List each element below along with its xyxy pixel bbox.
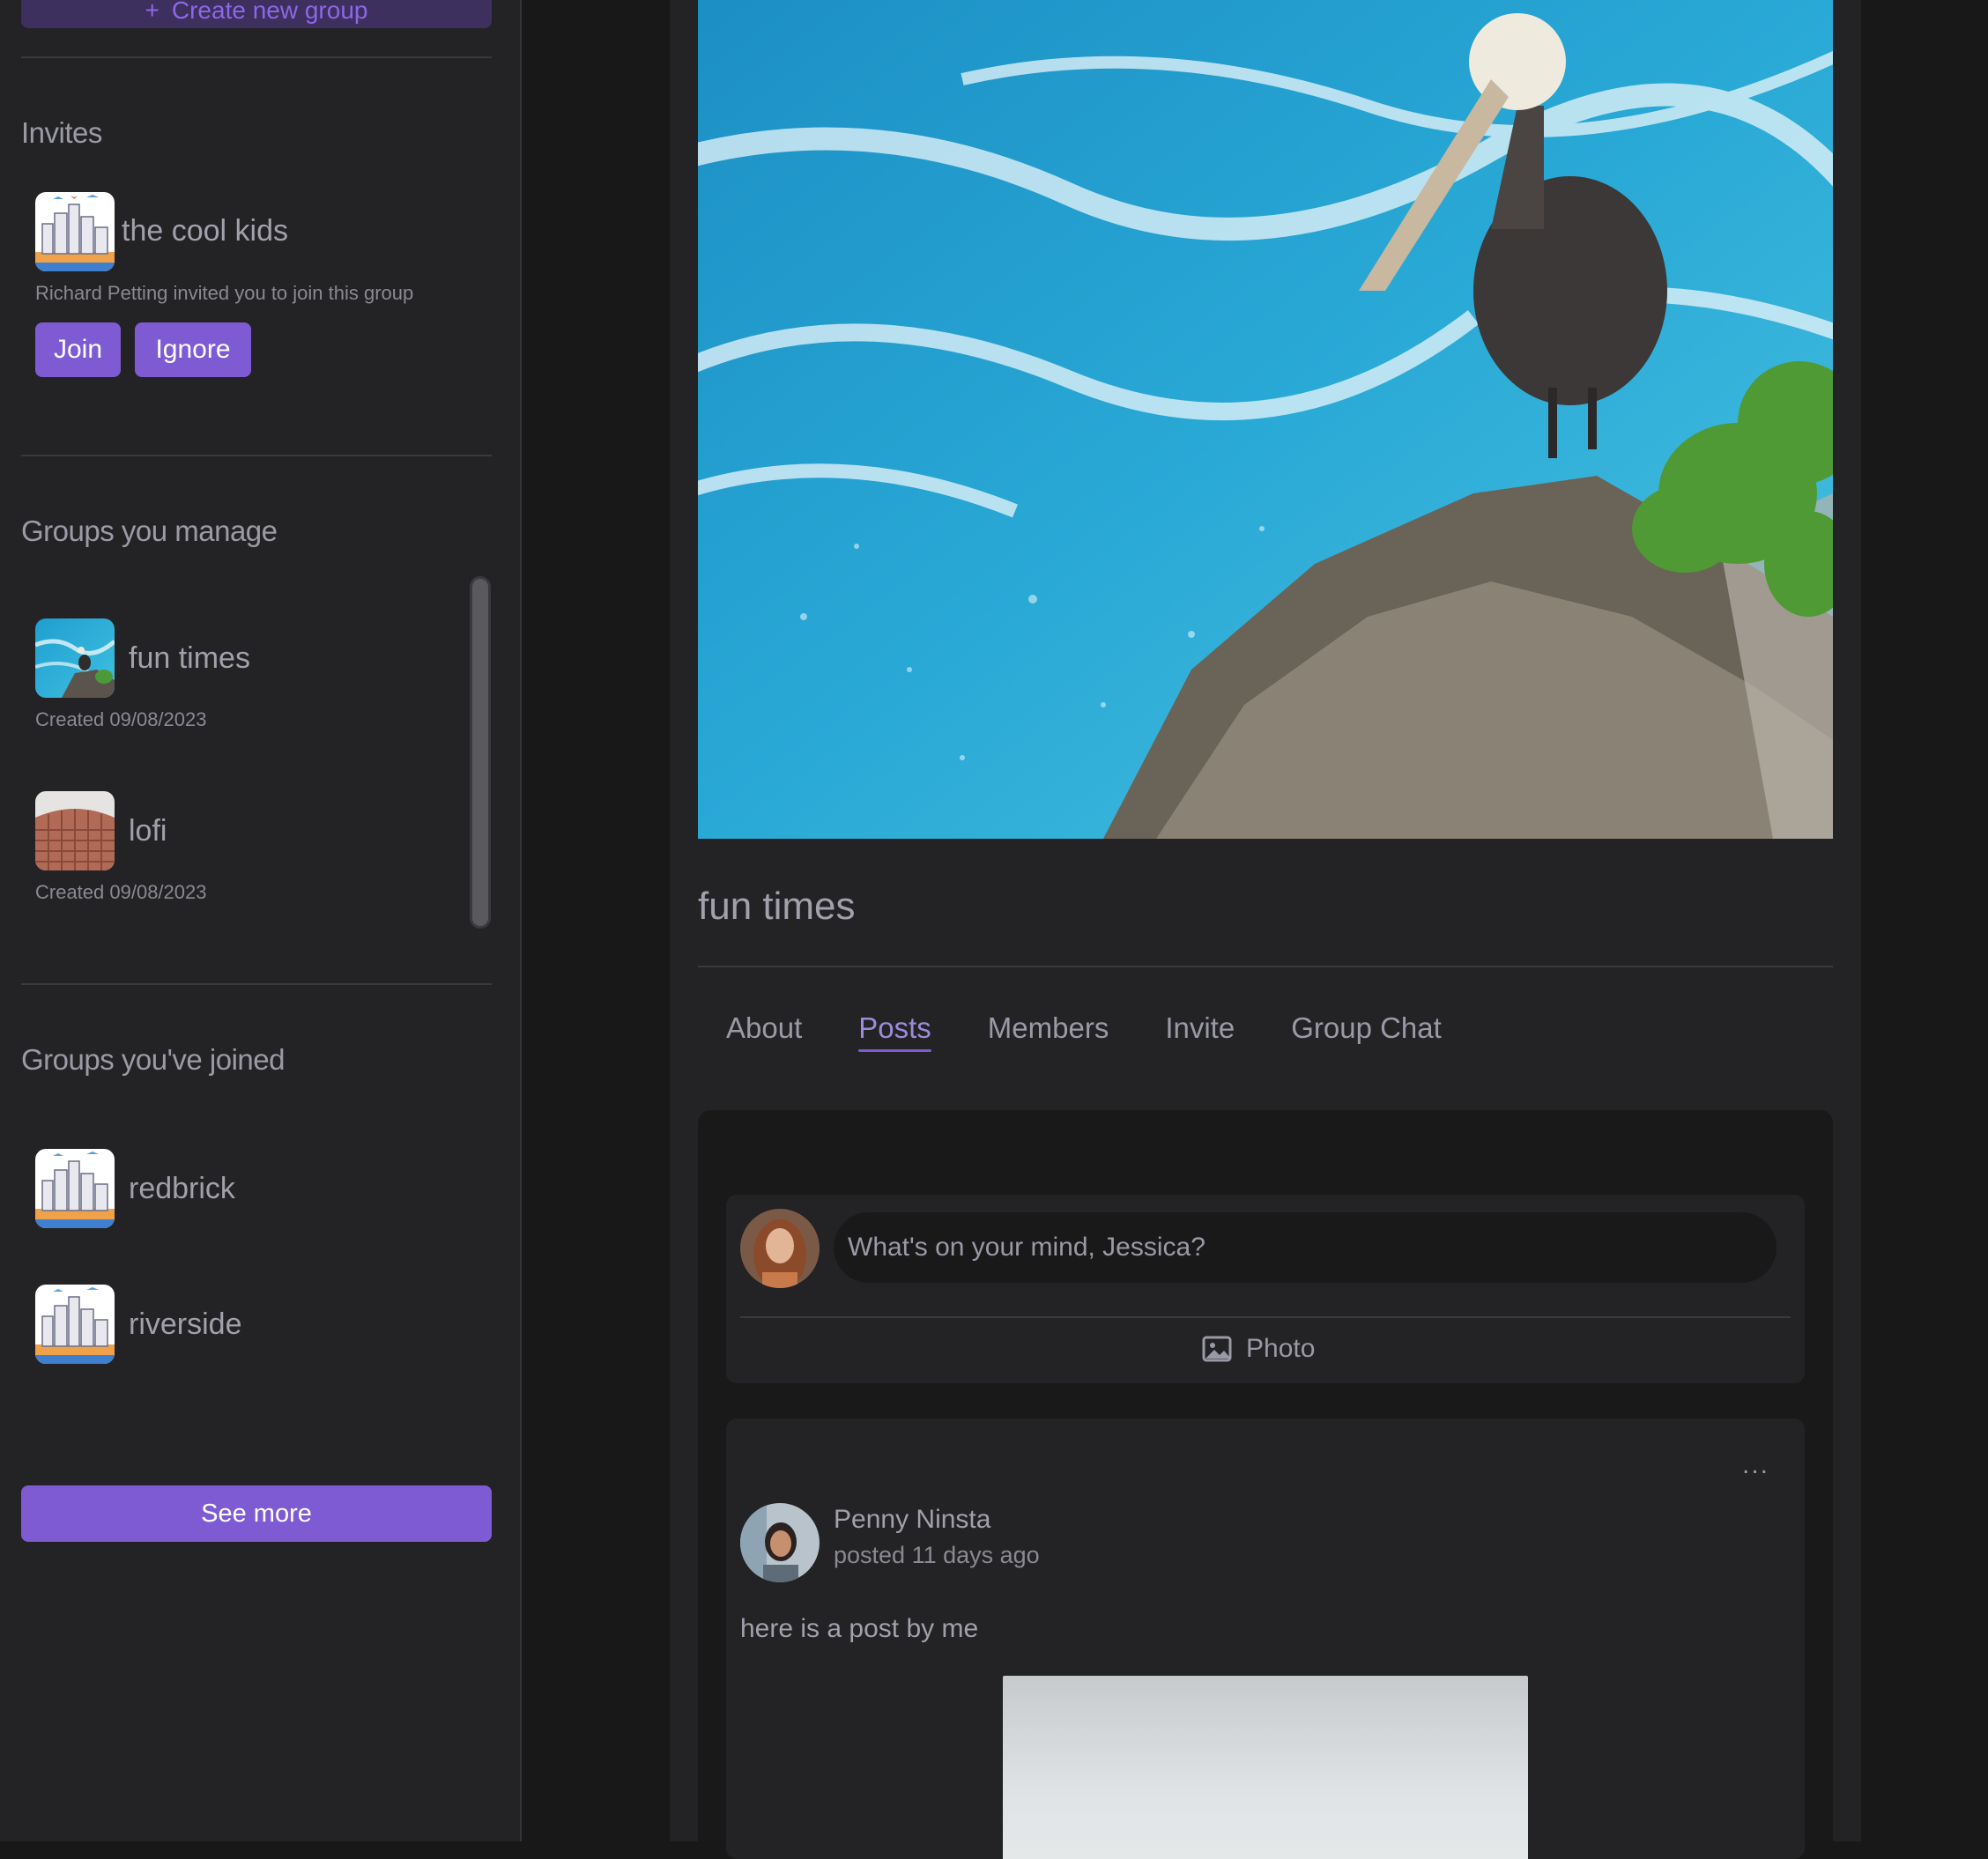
- managed-group-created: Created 09/08/2023: [35, 881, 207, 903]
- group-thumbnail-palace: [35, 791, 115, 870]
- invite-description: Richard Petting invited you to join this…: [35, 282, 414, 304]
- create-new-group-label: Create new group: [171, 0, 368, 24]
- managed-group-name[interactable]: lofi: [129, 814, 167, 848]
- post-author-name[interactable]: Penny Ninsta: [834, 1505, 990, 1535]
- group-page: fun times About Posts Members Invite Gro…: [670, 0, 1861, 1859]
- tab-about[interactable]: About: [726, 1011, 802, 1052]
- group-cover-image: [698, 0, 1833, 839]
- post-image[interactable]: [1003, 1676, 1528, 1859]
- create-new-group-button[interactable]: + Create new group: [21, 0, 492, 28]
- group-thumbnail-pelican: [35, 618, 115, 698]
- see-more-button[interactable]: See more: [21, 1485, 492, 1542]
- ignore-button[interactable]: Ignore: [135, 322, 251, 377]
- invites-heading: Invites: [21, 116, 102, 149]
- joined-group-name[interactable]: riverside: [129, 1307, 241, 1342]
- user-avatar: [740, 1209, 820, 1288]
- group-thumbnail-city: [35, 1285, 115, 1364]
- tab-invite[interactable]: Invite: [1165, 1011, 1235, 1052]
- joined-groups-heading: Groups you've joined: [21, 1043, 286, 1076]
- group-tabs: About Posts Members Invite Group Chat: [726, 1011, 1498, 1052]
- tab-posts[interactable]: Posts: [858, 1011, 931, 1052]
- managed-groups-heading: Groups you manage: [21, 515, 278, 547]
- group-thumbnail-city: [35, 192, 115, 271]
- post-text: here is a post by me: [740, 1614, 979, 1643]
- post-author-avatar[interactable]: [740, 1503, 820, 1582]
- group-title: fun times: [698, 885, 856, 928]
- managed-list-scrollbar[interactable]: [470, 576, 491, 929]
- post-card: ... Penny Ninsta posted 11 days ago here…: [726, 1418, 1805, 1859]
- join-button[interactable]: Join: [35, 322, 121, 377]
- divider: [21, 983, 492, 985]
- plus-icon: +: [145, 0, 159, 24]
- tab-group-chat[interactable]: Group Chat: [1291, 1011, 1442, 1052]
- tab-members[interactable]: Members: [988, 1011, 1109, 1052]
- add-photo-button[interactable]: Photo: [1202, 1327, 1315, 1371]
- post-timestamp: posted 11 days ago: [834, 1542, 1040, 1568]
- page-margin: [1861, 0, 1988, 1841]
- managed-group-created: Created 09/08/2023: [35, 708, 207, 730]
- photo-label: Photo: [1246, 1334, 1316, 1363]
- more-options-icon[interactable]: ...: [1742, 1450, 1769, 1480]
- managed-group-name[interactable]: fun times: [129, 641, 250, 676]
- joined-group-name[interactable]: redbrick: [129, 1172, 235, 1206]
- invite-group-name[interactable]: the cool kids: [122, 214, 288, 248]
- group-thumbnail-city: [35, 1149, 115, 1228]
- divider: [21, 56, 492, 58]
- sidebar: + Create new group Invites the cool kids…: [0, 0, 522, 1841]
- post-composer: Photo: [726, 1195, 1805, 1383]
- image-icon: [1202, 1336, 1232, 1362]
- divider: [698, 966, 1833, 967]
- divider: [21, 455, 492, 456]
- divider: [740, 1316, 1791, 1318]
- post-input[interactable]: [834, 1212, 1777, 1283]
- posts-feed: Photo ... Penny Ninsta posted 11 days ag…: [698, 1110, 1833, 1859]
